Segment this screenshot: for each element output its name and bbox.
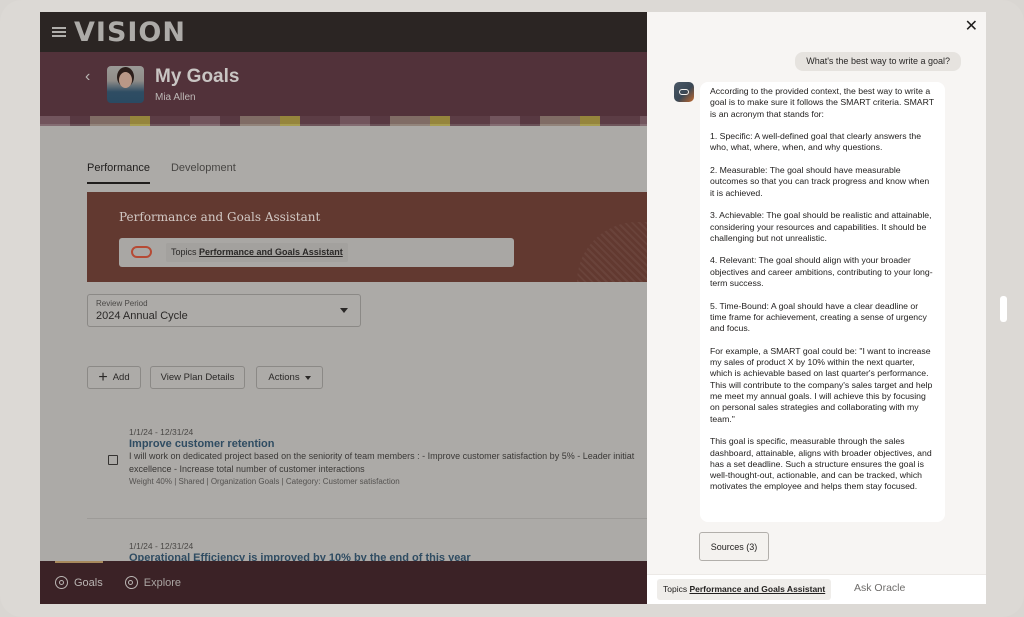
assistant-banner: Performance and Goals Assistant Topics P… [87, 192, 647, 282]
message-paragraph: 1. Specific: A well-defined goal that cl… [710, 131, 922, 153]
goal-item: 1/1/24 - 12/31/24 Improve customer reten… [129, 427, 647, 486]
tablet-frame: VISION ‹ My Goals Mia Allen Performance … [0, 0, 1024, 617]
message-paragraph: For example, a SMART goal could be: "I w… [710, 345, 933, 424]
plus-icon: + [98, 368, 108, 386]
oracle-icon [131, 246, 152, 258]
target-icon [55, 576, 68, 589]
nav-item-explore[interactable]: Explore [124, 576, 182, 589]
explore-icon [124, 576, 138, 589]
user-name: Mia Allen [155, 92, 196, 103]
close-icon[interactable]: ✕ [965, 16, 978, 36]
goal-date: 1/1/24 - 12/31/24 [129, 427, 194, 437]
view-plan-label: View Plan Details [160, 372, 235, 383]
user-message: What's the best way to write a goal? [795, 52, 961, 71]
sources-button[interactable]: Sources (3) [699, 532, 769, 561]
menu-icon[interactable] [52, 27, 66, 37]
divider [87, 518, 647, 519]
goal-meta: Weight 40% | Shared | Organization Goals… [129, 477, 400, 486]
ask-oracle-input[interactable]: Ask Oracle [854, 582, 905, 594]
chat-input-bar: Topics Performance and Goals Assistant A… [647, 574, 986, 604]
nav-label: Goals [74, 576, 103, 589]
assistant-input[interactable]: Topics Performance and Goals Assistant [119, 238, 514, 267]
assistant-message: According to the provided context, the b… [700, 82, 945, 522]
tab-performance[interactable]: Performance [87, 162, 150, 184]
message-paragraph: This goal is specific, measurable throug… [710, 436, 932, 492]
tab-bar: Performance Development [87, 162, 236, 184]
banner-title: Performance and Goals Assistant [119, 210, 321, 224]
chevron-down-icon [304, 375, 311, 380]
goal-checkbox[interactable] [108, 455, 118, 465]
message-paragraph: According to the provided context, the b… [710, 86, 934, 119]
message-paragraph: 2. Measurable: The goal should have meas… [710, 165, 930, 198]
nav-label: Explore [143, 576, 182, 589]
goal-date: 1/1/24 - 12/31/24 [129, 541, 194, 551]
nav-item-goals[interactable]: Goals [55, 576, 103, 589]
goal-title-link[interactable]: Improve customer retention [129, 438, 647, 450]
bottom-nav: Goals Explore [40, 561, 647, 604]
back-chevron-icon[interactable]: ‹ [85, 68, 90, 86]
topic-prefix: Topics [663, 584, 688, 594]
tab-development[interactable]: Development [171, 162, 236, 184]
view-plan-details-button[interactable]: View Plan Details [150, 366, 245, 389]
message-paragraph: 4. Relevant: The goal should align with … [710, 255, 933, 289]
chat-panel: ✕ What's the best way to write a goal? A… [647, 12, 986, 604]
topic-name[interactable]: Performance and Goals Assistant [689, 584, 825, 594]
goal-description-1: I will work on dedicated project based o… [129, 451, 635, 461]
actions-button[interactable]: Actions [256, 366, 323, 389]
topic-prefix: Topics [171, 247, 197, 257]
topic-name[interactable]: Performance and Goals Assistant [199, 247, 343, 257]
goals-app: VISION ‹ My Goals Mia Allen Performance … [40, 12, 647, 604]
topic-chip[interactable]: Topics Performance and Goals Assistant [657, 579, 832, 600]
top-bar: VISION [40, 12, 647, 52]
add-button[interactable]: + Add [87, 366, 141, 389]
chevron-down-icon [340, 308, 348, 313]
topic-chip[interactable]: Topics Performance and Goals Assistant [166, 243, 348, 262]
page-title: My Goals [155, 66, 240, 87]
header-decoration [40, 116, 647, 126]
goal-description-2: excellence - Increase total number of cu… [129, 463, 365, 474]
review-period-value: 2024 Annual Cycle [96, 310, 188, 322]
assistant-avatar-icon [674, 82, 694, 102]
banner-pattern [577, 222, 647, 282]
side-handle [1000, 296, 1007, 322]
actions-label: Actions [268, 372, 300, 383]
review-period-label: Review Period [96, 299, 148, 308]
message-paragraph: 5. Time-Bound: A goal should have a clea… [710, 300, 927, 334]
avatar [107, 66, 144, 103]
message-paragraph: 3. Achievable: The goal should be realis… [710, 210, 932, 243]
review-period-select[interactable]: Review Period 2024 Annual Cycle [87, 294, 361, 327]
screen: VISION ‹ My Goals Mia Allen Performance … [40, 12, 986, 604]
app-logo: VISION [74, 16, 186, 48]
active-indicator [55, 561, 103, 563]
add-label: Add [112, 372, 130, 383]
